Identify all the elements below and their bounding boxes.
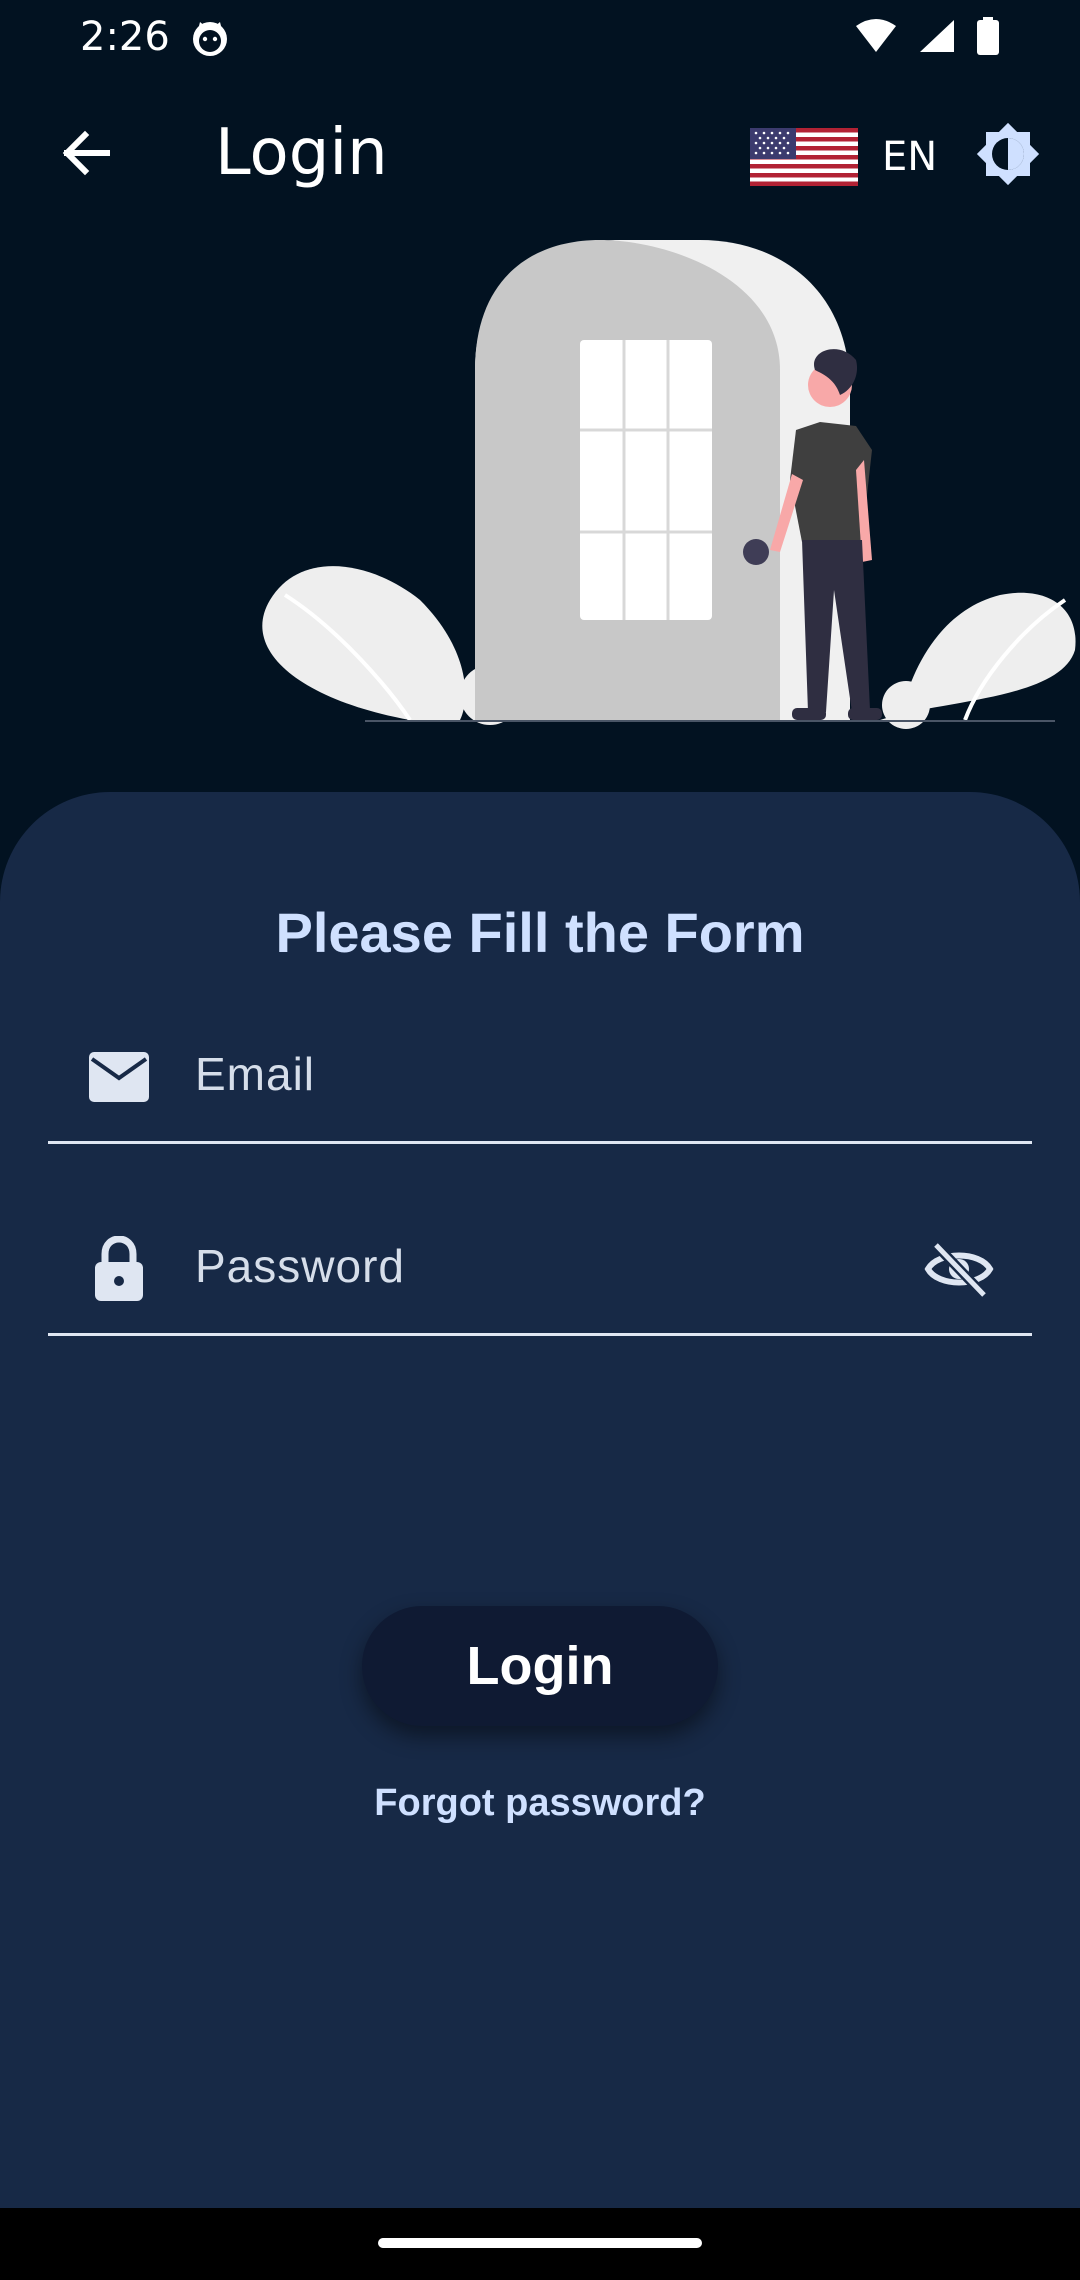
- login-button[interactable]: Login: [362, 1606, 718, 1726]
- form-heading: Please Fill the Form: [275, 901, 805, 964]
- password-field[interactable]: [48, 1216, 1032, 1336]
- wifi-icon: [854, 18, 898, 58]
- status-icons: [854, 17, 1000, 59]
- page-title: Login: [215, 116, 388, 190]
- status-bar: 2:26: [0, 0, 1080, 80]
- status-time: 2:26: [80, 14, 170, 60]
- login-screen: 2:26 Login EN Please Fill the Form Email…: [0, 0, 1080, 2280]
- language-code: EN: [882, 134, 938, 180]
- mail-icon: [86, 1044, 152, 1110]
- us-flag-icon: [750, 128, 858, 186]
- password-input[interactable]: [193, 1230, 817, 1302]
- email-underline: [48, 1141, 1032, 1144]
- cat-app-icon: [190, 18, 230, 58]
- battery-icon: [976, 17, 1000, 59]
- email-input[interactable]: [193, 1038, 917, 1110]
- eye-off-icon[interactable]: [922, 1236, 996, 1302]
- password-underline: [48, 1333, 1032, 1336]
- brightness-icon: [972, 118, 1044, 194]
- system-nav-bar: [0, 2208, 1080, 2280]
- lock-icon: [86, 1236, 152, 1302]
- theme-toggle-button[interactable]: [972, 120, 1044, 192]
- app-bar: Login EN: [0, 80, 1080, 230]
- forgot-password-link[interactable]: Forgot password?: [0, 1782, 1080, 1825]
- language-switcher[interactable]: EN: [750, 125, 937, 189]
- arrow-back-icon: [57, 125, 113, 185]
- person-at-door-illustration: [260, 230, 1080, 730]
- home-gesture-handle[interactable]: [378, 2238, 702, 2248]
- email-field[interactable]: [48, 1024, 1032, 1144]
- login-form-card: Please Fill the Form Email Login Forgot …: [0, 792, 1080, 2208]
- back-button[interactable]: [50, 120, 120, 190]
- signal-icon: [918, 18, 956, 58]
